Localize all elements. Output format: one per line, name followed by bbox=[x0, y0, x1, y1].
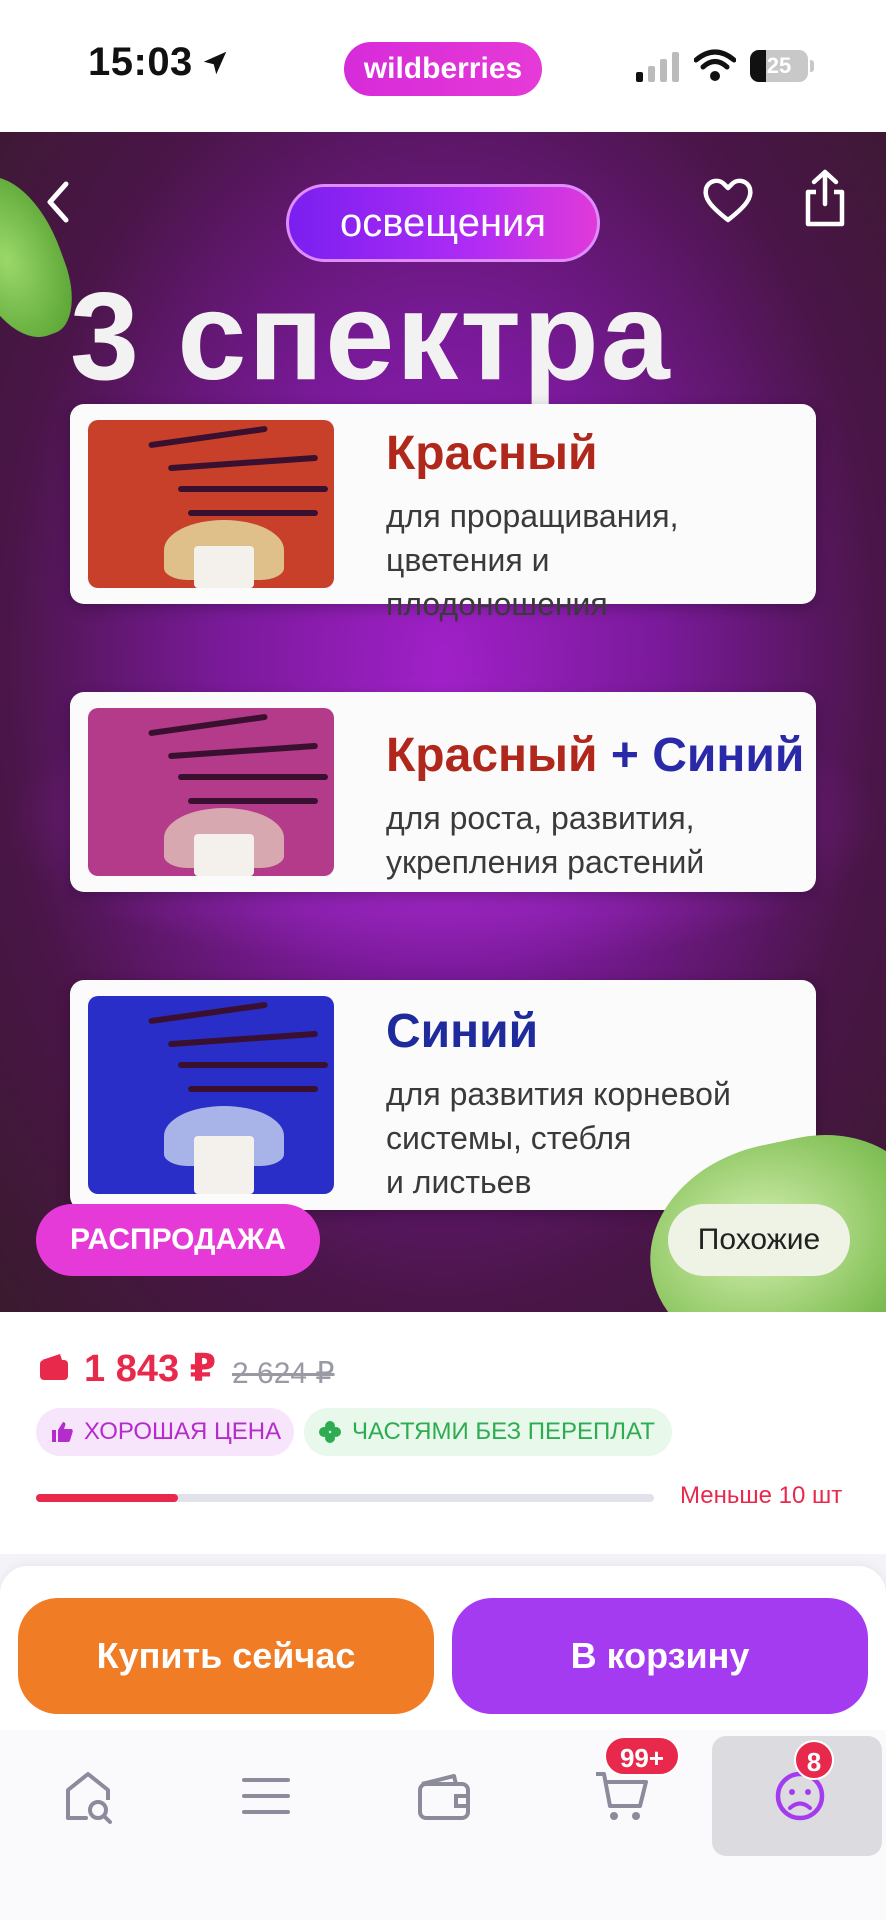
battery-nub bbox=[810, 60, 814, 72]
lighting-badge: освещения bbox=[286, 184, 600, 262]
card-title-part: Красный bbox=[386, 729, 598, 782]
tag-label: ХОРОШАЯ ЦЕНА bbox=[84, 1418, 282, 1445]
status-bar: 15:03 wildberries 25 bbox=[0, 0, 886, 132]
tab-cart[interactable]: 99+ bbox=[534, 1736, 710, 1856]
home-search-icon bbox=[66, 1772, 112, 1824]
profile-notification-badge: 8 bbox=[794, 1740, 834, 1780]
location-arrow-icon bbox=[203, 51, 227, 75]
cart-count-badge: 99+ bbox=[604, 1736, 680, 1776]
installments-tag[interactable]: ЧАСТЯМИ БЕЗ ПЕРЕПЛАТ bbox=[304, 1408, 672, 1456]
hero-title: 3 спектра bbox=[70, 268, 672, 406]
card-title-part: Синий bbox=[386, 1005, 539, 1058]
product-image[interactable]: освещения 3 спектра Красный для проращив… bbox=[0, 132, 886, 1312]
wallet-icon bbox=[40, 1354, 68, 1380]
card-image bbox=[88, 996, 334, 1194]
chevron-left-icon[interactable] bbox=[38, 174, 78, 230]
share-icon[interactable] bbox=[800, 168, 850, 228]
tab-catalog[interactable] bbox=[178, 1736, 354, 1856]
similar-button[interactable]: Похожие bbox=[668, 1204, 850, 1276]
good-price-tag[interactable]: ХОРОШАЯ ЦЕНА bbox=[36, 1408, 294, 1456]
card-description: для роста, развития, укрепления растений bbox=[386, 796, 796, 884]
add-to-cart-button[interactable]: В корзину bbox=[452, 1598, 868, 1714]
status-time: 15:03 bbox=[88, 40, 193, 84]
cellular-signal-icon bbox=[636, 52, 679, 82]
tab-wallet[interactable] bbox=[356, 1736, 532, 1856]
wifi-icon bbox=[694, 49, 736, 81]
sale-badge: РАСПРОДАЖА bbox=[36, 1204, 320, 1276]
stock-status: Меньше 10 шт bbox=[680, 1482, 843, 1509]
card-desc-line: укрепления растений bbox=[386, 844, 705, 880]
heart-icon[interactable] bbox=[700, 172, 756, 228]
card-title-part: Синий bbox=[652, 729, 805, 782]
card-desc-line: цветения и bbox=[386, 542, 550, 578]
card-title-part: + bbox=[597, 729, 653, 782]
card-desc-line: для развития корневой bbox=[386, 1076, 731, 1112]
spectrum-card-red-blue: Красный + Синий для роста, развития, укр… bbox=[70, 692, 816, 892]
card-title-part: Красный bbox=[386, 427, 598, 480]
stock-progress-fill bbox=[36, 1494, 179, 1502]
tab-profile[interactable]: 8 bbox=[712, 1736, 882, 1856]
tab-home[interactable] bbox=[0, 1736, 176, 1856]
old-price: 2 624 ₽ bbox=[232, 1357, 335, 1390]
card-desc-line: плодоношения bbox=[386, 586, 608, 622]
card-image bbox=[88, 420, 334, 588]
tag-label: ЧАСТЯМИ БЕЗ ПЕРЕПЛАТ bbox=[352, 1418, 655, 1445]
spectrum-card-red: Красный для проращивания, цветения и пло… bbox=[70, 404, 816, 622]
card-desc-line: для роста, развития, bbox=[386, 800, 695, 836]
card-title: Красный bbox=[386, 426, 598, 481]
price-section: 1 843 ₽ 2 624 ₽ ХОРОШАЯ ЦЕНА ЧАСТЯМИ БЕЗ… bbox=[0, 1312, 886, 1554]
card-title: Красный + Синий bbox=[386, 728, 804, 783]
bottom-tab-bar: 99+ 8 bbox=[0, 1730, 886, 1920]
brand-logo: wildberries bbox=[344, 42, 542, 96]
current-price: 1 843 ₽ bbox=[84, 1348, 217, 1390]
card-desc-line: для проращивания, bbox=[386, 498, 679, 534]
buy-now-button[interactable]: Купить сейчас bbox=[18, 1598, 434, 1714]
card-image bbox=[88, 708, 334, 876]
card-title: Синий bbox=[386, 1004, 538, 1059]
stock-progress-bar bbox=[36, 1494, 654, 1502]
clover-icon bbox=[319, 1421, 341, 1443]
catalog-menu-icon bbox=[242, 1778, 290, 1814]
card-description: для проращивания, цветения и плодоношени… bbox=[386, 494, 796, 626]
thumbs-up-icon bbox=[52, 1422, 73, 1442]
wallet-icon bbox=[418, 1774, 470, 1820]
battery-icon: 25 bbox=[750, 50, 808, 82]
battery-level: 25 bbox=[766, 53, 792, 78]
